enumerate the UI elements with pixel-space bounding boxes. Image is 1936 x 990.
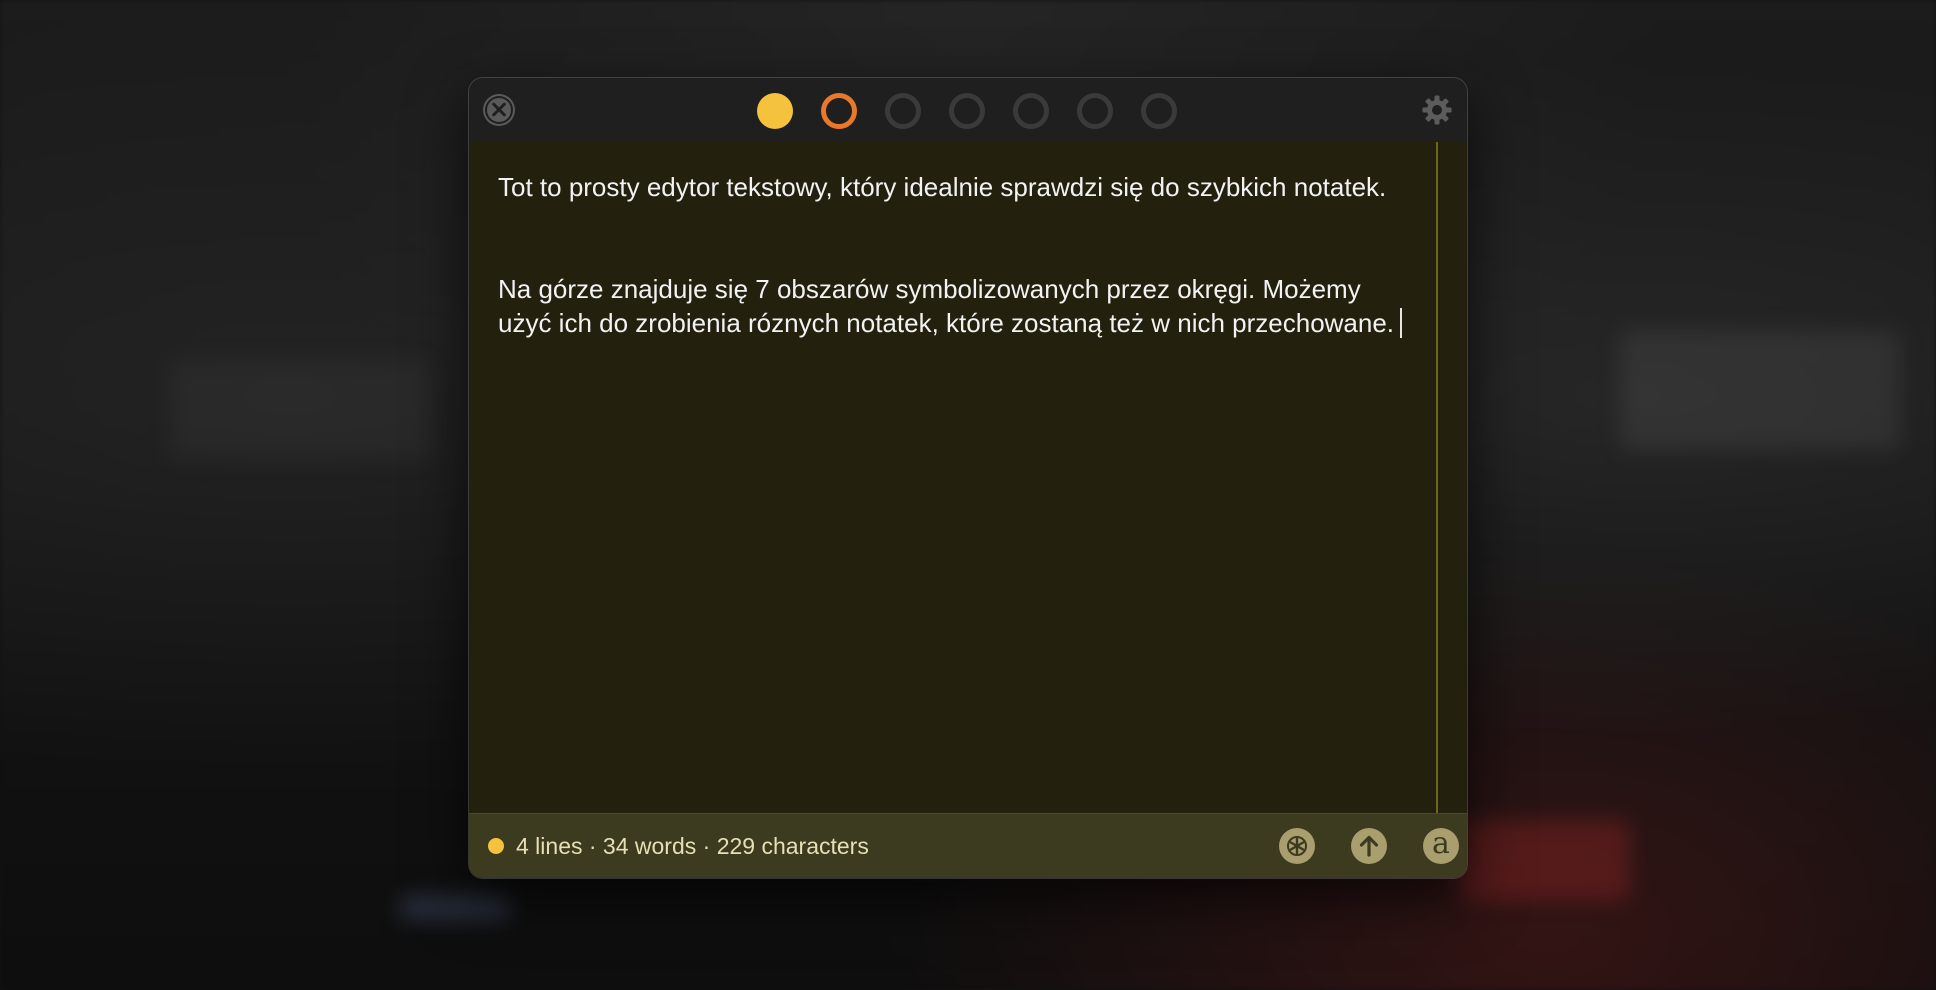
note-dot-6[interactable] — [1077, 93, 1113, 129]
note-dot-1[interactable] — [757, 93, 793, 129]
note-dots — [757, 93, 1177, 129]
note-dot-2[interactable] — [821, 93, 857, 129]
current-note-color-dot — [488, 838, 504, 854]
text-caret — [1400, 308, 1403, 338]
editor-paragraph-2: Na górze znajduje się 7 obszarów symboli… — [498, 272, 1408, 340]
background-blur-shape — [170, 360, 430, 460]
background-blur-shape — [400, 895, 510, 920]
font-a-icon[interactable]: a — [1423, 826, 1459, 864]
text-editor[interactable]: Tot to prosty edytor tekstowy, który ide… — [469, 142, 1438, 814]
editor-paragraph-1: Tot to prosty edytor tekstowy, który ide… — [498, 172, 1387, 202]
font-a-glyph: a — [1432, 826, 1450, 861]
note-dot-3[interactable] — [885, 93, 921, 129]
note-dot-5[interactable] — [1013, 93, 1049, 129]
titlebar — [469, 78, 1467, 142]
tot-app-window: Tot to prosty edytor tekstowy, który ide… — [469, 78, 1467, 878]
gear-icon[interactable] — [1421, 94, 1453, 126]
share-arrow-up-icon[interactable] — [1351, 828, 1387, 864]
note-dot-7[interactable] — [1141, 93, 1177, 129]
note-dot-4[interactable] — [949, 93, 985, 129]
asterisk-icon[interactable] — [1279, 828, 1315, 864]
editor-blank-line — [498, 204, 1408, 272]
background-blur-shape — [1460, 820, 1630, 900]
statusbar: 4 lines · 34 words · 229 characters a — [469, 813, 1467, 878]
background-blur-shape — [1620, 330, 1900, 450]
document-stats: 4 lines · 34 words · 229 characters — [516, 833, 869, 859]
close-circle-icon[interactable] — [483, 94, 515, 126]
editor-paragraph-2-text: Na górze znajduje się 7 obszarów symboli… — [498, 274, 1395, 338]
